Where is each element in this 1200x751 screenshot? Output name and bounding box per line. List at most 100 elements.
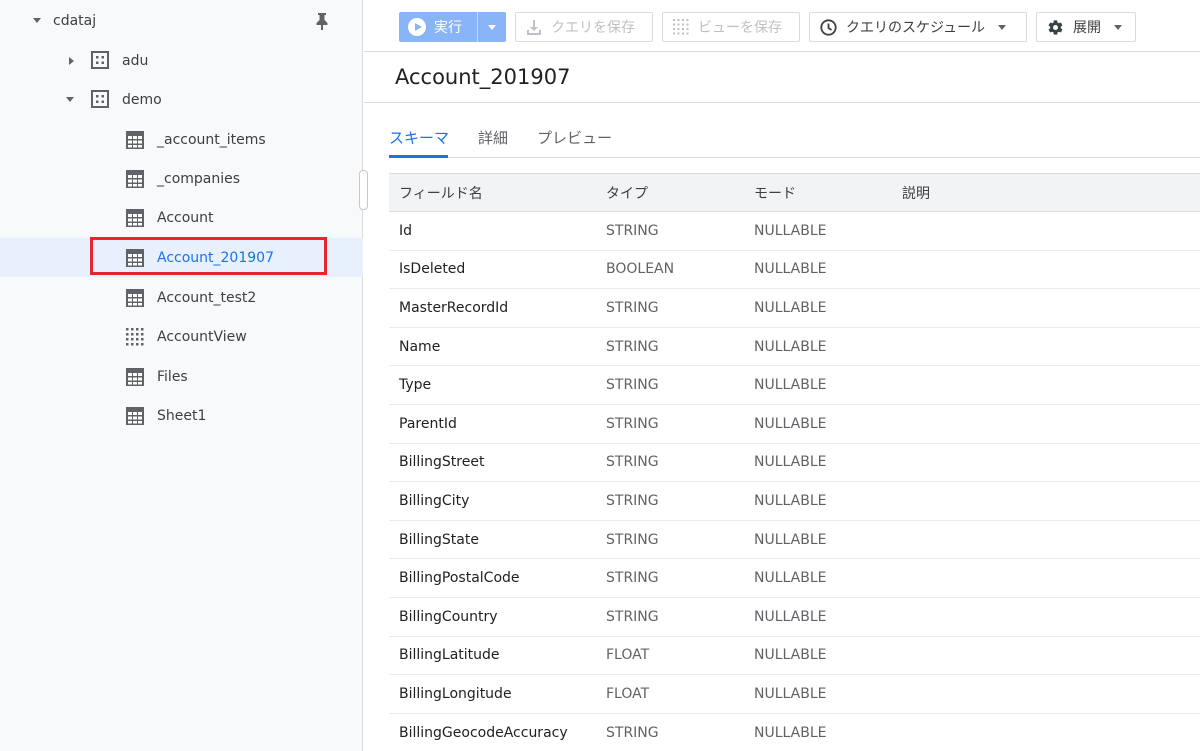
column-header-mode[interactable]: モード <box>754 183 796 203</box>
dataset-node-adu[interactable]: adu <box>0 41 363 80</box>
field-mode: NULLABLE <box>754 724 827 741</box>
table-node[interactable]: _companies <box>0 159 363 198</box>
caret-right-icon[interactable] <box>65 55 77 67</box>
tab-details[interactable]: 詳細 <box>478 127 508 148</box>
table-row: IsDeleted BOOLEAN NULLABLE <box>389 251 1200 290</box>
field-type: STRING <box>606 299 659 316</box>
field-type: STRING <box>606 454 659 471</box>
project-node-cdataj[interactable]: cdataj <box>0 1 363 40</box>
play-icon <box>408 18 426 36</box>
column-header-field-name[interactable]: フィールド名 <box>399 183 483 203</box>
tabs-divider <box>448 157 1200 158</box>
table-node-selected[interactable]: Account_201907 <box>0 238 363 277</box>
field-mode: NULLABLE <box>754 608 827 625</box>
table-row: Name STRING NULLABLE <box>389 328 1200 367</box>
table-node[interactable]: Files <box>0 357 363 396</box>
field-mode: NULLABLE <box>754 685 827 702</box>
run-main-button[interactable]: 実行 <box>399 12 478 42</box>
title-bar: Account_201907 <box>364 52 1200 103</box>
save-query-button[interactable]: クエリを保存 <box>515 12 653 42</box>
tab-schema[interactable]: スキーマ <box>389 127 449 148</box>
field-type: FLOAT <box>606 647 650 664</box>
table-icon <box>126 368 144 386</box>
field-mode: NULLABLE <box>754 454 827 471</box>
dataset-label: demo <box>122 91 162 108</box>
table-label: _account_items <box>157 131 266 148</box>
field-mode: NULLABLE <box>754 492 827 509</box>
table-node[interactable]: Sheet1 <box>0 396 363 435</box>
table-label: Account_201907 <box>157 249 274 266</box>
schedule-label: クエリのスケジュール <box>846 20 986 36</box>
export-button[interactable]: 展開 <box>1036 12 1136 42</box>
caret-down-icon[interactable] <box>64 94 76 106</box>
table-label: Files <box>157 368 188 385</box>
download-icon <box>527 20 541 35</box>
toolbar: 実行 クエリを保存 ビューを保存 クエリのスケジュール 展開 <box>364 0 1200 52</box>
table-row: BillingLatitude FLOAT NULLABLE <box>389 637 1200 676</box>
field-name: BillingStreet <box>399 454 485 471</box>
column-header-description[interactable]: 説明 <box>902 183 930 203</box>
view-icon <box>673 19 689 35</box>
field-type: STRING <box>606 608 659 625</box>
field-name: BillingCity <box>399 492 470 509</box>
table-node[interactable]: Account <box>0 198 363 237</box>
field-mode: NULLABLE <box>754 377 827 394</box>
view-label: AccountView <box>157 328 247 345</box>
table-icon <box>126 209 144 227</box>
table-row: MasterRecordId STRING NULLABLE <box>389 289 1200 328</box>
table-label: Account <box>157 209 214 226</box>
explorer-sidebar: cdataj adu demo _account_items _companie… <box>0 0 363 751</box>
column-header-type[interactable]: タイプ <box>606 183 648 203</box>
field-name: BillingGeocodeAccuracy <box>399 724 568 741</box>
view-node[interactable]: AccountView <box>0 317 363 356</box>
field-type: STRING <box>606 531 659 548</box>
field-mode: NULLABLE <box>754 222 827 239</box>
table-icon <box>126 289 144 307</box>
page-title: Account_201907 <box>395 65 571 89</box>
view-icon <box>126 328 144 346</box>
field-name: BillingLongitude <box>399 685 512 702</box>
table-row: BillingGeocodeAccuracy STRING NULLABLE <box>389 714 1200 751</box>
field-type: STRING <box>606 338 659 355</box>
save-view-button[interactable]: ビューを保存 <box>662 12 800 42</box>
field-mode: NULLABLE <box>754 261 827 278</box>
dataset-icon <box>91 90 109 108</box>
field-name: BillingCountry <box>399 608 498 625</box>
table-header: フィールド名 タイプ モード 説明 <box>389 173 1200 212</box>
caret-down-icon[interactable] <box>31 15 43 27</box>
tab-preview[interactable]: プレビュー <box>537 127 612 148</box>
field-type: STRING <box>606 377 659 394</box>
pin-icon[interactable] <box>314 12 330 30</box>
schedule-query-button[interactable]: クエリのスケジュール <box>809 12 1027 42</box>
field-name: ParentId <box>399 415 457 432</box>
clock-icon <box>820 18 837 36</box>
run-button[interactable]: 実行 <box>399 12 506 42</box>
field-name: BillingState <box>399 531 479 548</box>
field-mode: NULLABLE <box>754 531 827 548</box>
run-options-button[interactable] <box>478 12 506 42</box>
table-label: _companies <box>157 170 241 187</box>
dataset-label: adu <box>122 52 149 69</box>
table-icon <box>126 249 144 267</box>
field-mode: NULLABLE <box>754 570 827 587</box>
sidebar-resize-handle[interactable] <box>359 170 368 210</box>
dataset-icon <box>91 51 109 69</box>
save-view-label: ビューを保存 <box>698 20 782 36</box>
field-mode: NULLABLE <box>754 299 827 316</box>
table-row: BillingCity STRING NULLABLE <box>389 482 1200 521</box>
table-node[interactable]: Account_test2 <box>0 278 363 317</box>
table-row: BillingStreet STRING NULLABLE <box>389 444 1200 483</box>
field-name: MasterRecordId <box>399 299 509 316</box>
table-node[interactable]: _account_items <box>0 120 363 159</box>
table-row: Id STRING NULLABLE <box>389 212 1200 251</box>
run-label: 実行 <box>434 20 462 36</box>
field-type: STRING <box>606 415 659 432</box>
dataset-node-demo[interactable]: demo <box>0 80 363 119</box>
field-type: STRING <box>606 222 659 239</box>
table-row: BillingLongitude FLOAT NULLABLE <box>389 675 1200 714</box>
table-row: ParentId STRING NULLABLE <box>389 405 1200 444</box>
caret-down-icon <box>998 24 1007 30</box>
table-row: BillingState STRING NULLABLE <box>389 521 1200 560</box>
field-name: Type <box>399 377 432 394</box>
active-tab-indicator <box>389 155 448 158</box>
